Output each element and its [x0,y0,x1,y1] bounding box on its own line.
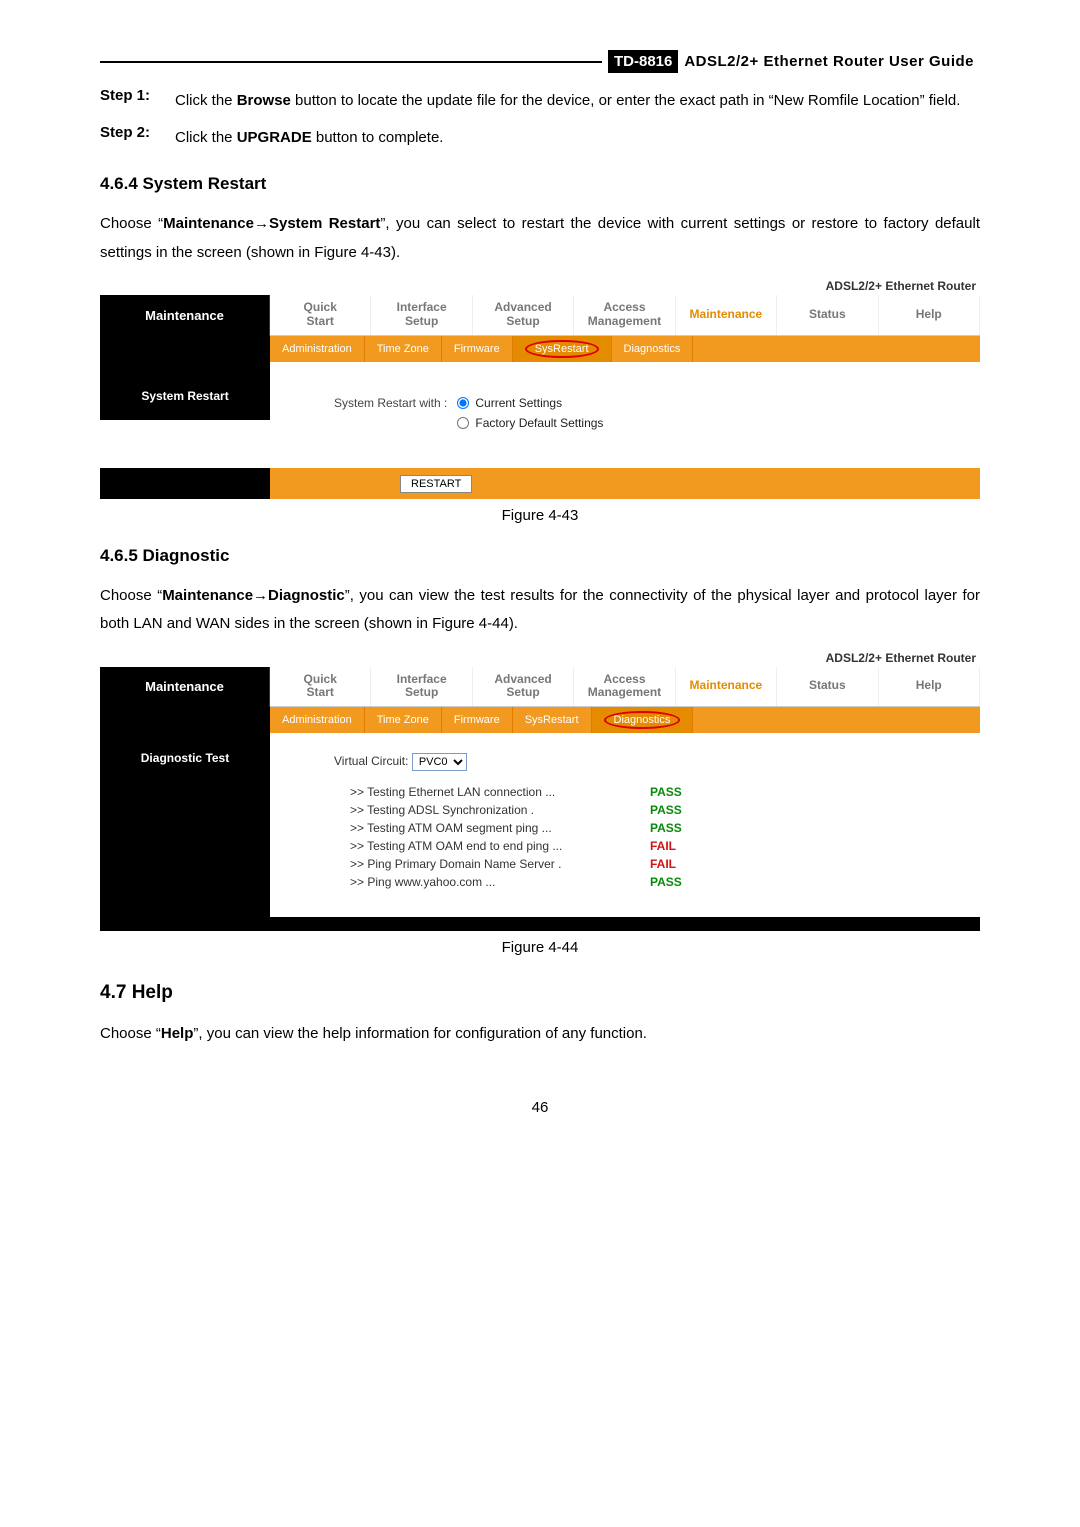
section-4-7-heading: 4.7 Help [100,982,980,1004]
tab-help[interactable]: Help [879,295,980,335]
figure-4-43: ADSL2/2+ Ethernet Router Maintenance Qui… [100,277,980,499]
fig43-caption: Figure 4-43 [100,507,980,524]
fig43-left-sub: System Restart [100,372,270,420]
tab-status[interactable]: Status [777,295,878,335]
subtab-administration[interactable]: Administration [270,336,365,362]
tab-interface-setup[interactable]: Interface Setup [371,295,472,335]
header-model-badge: TD-8816 [608,50,678,73]
fig43-brand: ADSL2/2+ Ethernet Router [100,277,980,295]
fig44-subtabs: Administration Time Zone Firmware SysRes… [270,707,980,733]
diagnostic-test-name: >> Testing ATM OAM segment ping ... [350,821,650,835]
tab-maintenance[interactable]: Maintenance [676,295,777,335]
fig43-tabs: Quick Start Interface Setup Advanced Set… [270,295,980,336]
step-1: Step 1: Click the Browse button to locat… [100,87,980,116]
subtab-sysrestart-2[interactable]: SysRestart [513,707,592,733]
virtual-circuit-select[interactable]: PVC0 [412,753,467,771]
fig44-tabs: Quick Start Interface Setup Advanced Set… [270,667,980,708]
diagnostic-test-row: >> Testing ATM OAM segment ping ...PASS [300,821,966,835]
fig44-left-sub: Diagnostic Test [100,743,270,917]
tab-advanced-setup-2[interactable]: Advanced Setup [473,667,574,707]
tab-interface-setup-2[interactable]: Interface Setup [371,667,472,707]
figure-4-44: ADSL2/2+ Ethernet Router Maintenance Qui… [100,649,980,932]
fig43-subtabs: Administration Time Zone Firmware SysRes… [270,336,980,362]
tab-help-2[interactable]: Help [879,667,980,707]
diagnostic-test-row: >> Ping Primary Domain Name Server .FAIL [300,857,966,871]
section-4-6-5-text: Choose “Maintenance→Diagnostic”, you can… [100,582,980,639]
tab-status-2[interactable]: Status [777,667,878,707]
step-1-text: Click the Browse button to locate the up… [175,87,980,116]
diagnostic-test-name: >> Testing ADSL Synchronization . [350,803,650,817]
step-1-label: Step 1: [100,87,175,116]
subtab-timezone[interactable]: Time Zone [365,336,442,362]
diagnostic-test-result: PASS [650,875,710,889]
diagnostic-test-result: PASS [650,821,710,835]
virtual-circuit-label: Virtual Circuit: [334,754,408,768]
header-rule-left [100,61,602,63]
section-4-6-5-heading: 4.6.5 Diagnostic [100,546,980,566]
fig43-left-label: Maintenance [100,295,270,336]
diagnostic-test-name: >> Ping www.yahoo.com ... [350,875,650,889]
diagnostic-test-row: >> Testing ATM OAM end to end ping ...FA… [300,839,966,853]
diagnostic-test-row: >> Ping www.yahoo.com ...PASS [300,875,966,889]
tab-quick-start[interactable]: Quick Start [270,295,371,335]
section-4-6-4-heading: 4.6.4 System Restart [100,174,980,194]
diagnostic-test-name: >> Ping Primary Domain Name Server . [350,857,650,871]
header-title: ADSL2/2+ Ethernet Router User Guide [678,50,980,73]
subtab-administration-2[interactable]: Administration [270,707,365,733]
subtab-firmware-2[interactable]: Firmware [442,707,513,733]
fig44-brand: ADSL2/2+ Ethernet Router [100,649,980,667]
subtab-sysrestart[interactable]: SysRestart [513,336,612,362]
restart-button[interactable]: RESTART [400,475,472,493]
tab-access-management[interactable]: Access Management [574,295,675,335]
diagnostic-test-name: >> Testing ATM OAM end to end ping ... [350,839,650,853]
diagnostic-test-result: FAIL [650,857,710,871]
tab-access-management-2[interactable]: Access Management [574,667,675,707]
subtab-firmware[interactable]: Firmware [442,336,513,362]
tab-advanced-setup[interactable]: Advanced Setup [473,295,574,335]
restart-with-label: System Restart with : [334,396,447,410]
step-2-text: Click the UPGRADE button to complete. [175,124,980,153]
radio-factory-default-input[interactable] [457,417,469,429]
fig44-caption: Figure 4-44 [100,939,980,956]
diagnostic-test-result: FAIL [650,839,710,853]
diagnostic-test-row: >> Testing ADSL Synchronization .PASS [300,803,966,817]
diagnostic-test-name: >> Testing Ethernet LAN connection ... [350,785,650,799]
diagnostic-test-result: PASS [650,785,710,799]
page-number: 46 [100,1099,980,1116]
diagnostic-test-result: PASS [650,803,710,817]
radio-current-settings[interactable]: Current Settings [457,396,603,410]
section-4-6-4-text: Choose “Maintenance→System Restart”, you… [100,210,980,267]
page-header: TD-8816 ADSL2/2+ Ethernet Router User Gu… [100,50,980,73]
fig44-left-label: Maintenance [100,667,270,708]
diagnostic-test-row: >> Testing Ethernet LAN connection ...PA… [300,785,966,799]
radio-factory-default[interactable]: Factory Default Settings [457,416,603,430]
step-2-label: Step 2: [100,124,175,153]
virtual-circuit-row: Virtual Circuit: PVC0 [334,753,966,771]
tab-maintenance-2[interactable]: Maintenance [676,667,777,707]
tab-quick-start-2[interactable]: Quick Start [270,667,371,707]
step-2: Step 2: Click the UPGRADE button to comp… [100,124,980,153]
subtab-diagnostics[interactable]: Diagnostics [612,336,694,362]
subtab-diagnostics-2[interactable]: Diagnostics [592,707,694,733]
radio-current-settings-input[interactable] [457,397,469,409]
section-4-7-text: Choose “Help”, you can view the help inf… [100,1020,980,1049]
subtab-timezone-2[interactable]: Time Zone [365,707,442,733]
